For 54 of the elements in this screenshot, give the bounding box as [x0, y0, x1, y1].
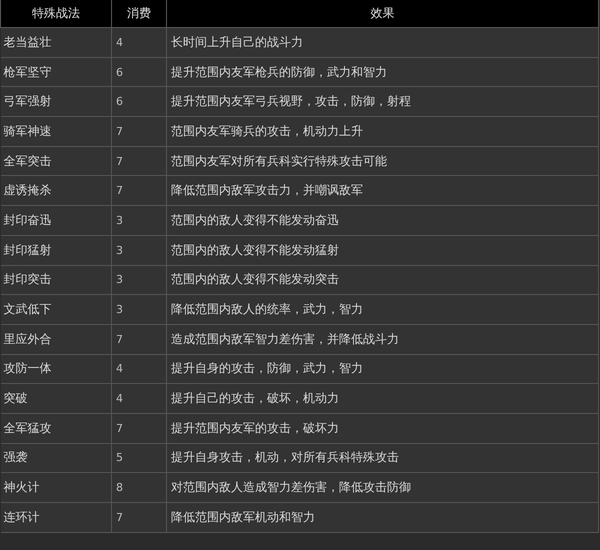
table-cell: 范围内的敌人变得不能发动奋迅	[166, 206, 598, 236]
table-cell: 4	[112, 384, 166, 414]
table-cell: 7	[112, 324, 166, 354]
column-header: 消费	[112, 0, 166, 28]
column-header: 特殊战法	[0, 0, 112, 28]
table-cell: 虚诱掩杀	[0, 176, 112, 206]
table-cell: 7	[112, 502, 166, 532]
table-cell: 7	[112, 176, 166, 206]
table-cell: 封印突击	[0, 265, 112, 295]
table-cell: 3	[112, 294, 166, 324]
table-cell: 3	[112, 206, 166, 236]
table-cell: 里应外合	[0, 324, 112, 354]
table-cell: 骑军神速	[0, 116, 112, 146]
table-cell: 提升自身攻击，机动，对所有兵科特殊攻击	[166, 443, 598, 473]
table-cell: 攻防一体	[0, 354, 112, 384]
table-cell: 造成范围内敌军智力差伤害，并降低战斗力	[166, 324, 598, 354]
table-cell: 神火计	[0, 472, 112, 502]
table-cell: 枪军坚守	[0, 57, 112, 87]
table-cell: 7	[112, 146, 166, 176]
table-cell: 突破	[0, 384, 112, 414]
table-cell: 全军猛攻	[0, 413, 112, 444]
table-cell: 提升范围内友军的攻击，破坏力	[166, 413, 598, 444]
table-cell: 对范围内敌人造成智力差伤害，降低攻击防御	[166, 472, 598, 502]
table-cell: 7	[112, 116, 166, 146]
table-cell: 提升范围内友军枪兵的防御，武力和智力	[166, 57, 598, 87]
table-cell: 4	[112, 354, 166, 384]
table-cell: 提升自身的攻击，防御，武力，智力	[166, 354, 598, 384]
table-cell: 6	[112, 86, 166, 117]
table-cell: 全军突击	[0, 146, 112, 176]
table-cell: 封印猛射	[0, 235, 112, 265]
table-cell: 降低范围内敌军机动和智力	[166, 502, 598, 532]
table-cell: 5	[112, 443, 166, 473]
table-cell: 提升自己的攻击，破坏，机动力	[166, 384, 598, 414]
column-header: 效果	[166, 0, 598, 28]
table-cell: 提升范围内友军弓兵视野，攻击，防御，射程	[166, 86, 598, 117]
table-cell: 降低范围内敌军攻击力，并嘲讽敌军	[166, 176, 598, 206]
table-cell: 长时间上升自己的战斗力	[166, 28, 598, 58]
table-cell: 4	[112, 28, 166, 58]
table-cell: 封印奋迅	[0, 206, 112, 236]
table-cell: 弓军强射	[0, 86, 112, 117]
table-cell: 范围内友军骑兵的攻击，机动力上升	[166, 116, 598, 146]
table-cell: 3	[112, 235, 166, 265]
table-cell: 降低范围内敌人的统率，武力，智力	[166, 294, 598, 324]
table-cell: 8	[112, 472, 166, 502]
table-cell: 范围内友军对所有兵科实行特殊攻击可能	[166, 146, 598, 176]
table-cell: 6	[112, 57, 166, 87]
table-cell: 文武低下	[0, 294, 112, 324]
table-cell: 强袭	[0, 443, 112, 473]
table-cell: 3	[112, 265, 166, 295]
table-cell: 7	[112, 413, 166, 444]
table-cell: 连环计	[0, 502, 112, 532]
table-cell: 老当益壮	[0, 28, 112, 58]
table-cell: 范围内的敌人变得不能发动猛射	[166, 235, 598, 265]
table-cell: 范围内的敌人变得不能发动突击	[166, 265, 598, 295]
